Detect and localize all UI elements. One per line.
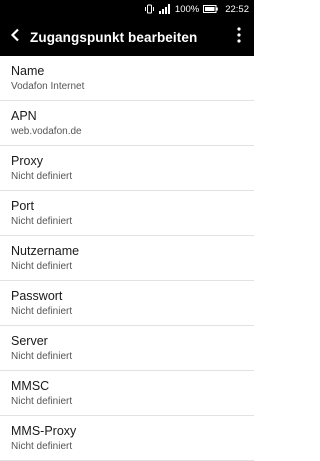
setting-label: Passwort	[11, 289, 63, 303]
setting-row-name[interactable]: Name Vodafon Internet	[0, 56, 254, 101]
overflow-menu-icon	[237, 26, 241, 48]
app-bar: Zugangspunkt bearbeiten	[0, 18, 254, 56]
settings-list: Name Vodafon Internet APN web.vodafon.de…	[0, 56, 254, 461]
setting-label: Server	[11, 334, 48, 348]
status-bar: 100% 22:52	[0, 0, 254, 18]
setting-value: web.vodafon.de	[11, 126, 82, 137]
setting-row-apn[interactable]: APN web.vodafon.de	[0, 101, 254, 146]
setting-row-password[interactable]: Passwort Nicht definiert	[0, 281, 254, 326]
setting-value: Nicht definiert	[11, 171, 73, 182]
setting-label: Proxy	[11, 154, 43, 168]
setting-value: Nicht definiert	[11, 261, 73, 272]
setting-row-port[interactable]: Port Nicht definiert	[0, 191, 254, 236]
battery-icon	[203, 5, 219, 13]
setting-value: Nicht definiert	[11, 396, 73, 407]
setting-row-server[interactable]: Server Nicht definiert	[0, 326, 254, 371]
setting-label: Nutzername	[11, 244, 80, 258]
setting-value: Nicht definiert	[11, 351, 73, 362]
signal-icon	[158, 4, 171, 14]
back-arrow-icon	[10, 28, 20, 47]
battery-percentage: 100%	[174, 3, 200, 15]
setting-label: Port	[11, 199, 34, 213]
setting-row-mmsc[interactable]: MMSC Nicht definiert	[0, 371, 254, 416]
overflow-menu-button[interactable]	[224, 18, 254, 56]
setting-value: Nicht definiert	[11, 216, 73, 227]
setting-row-proxy[interactable]: Proxy Nicht definiert	[0, 146, 254, 191]
setting-value: Nicht definiert	[11, 306, 73, 317]
back-button[interactable]	[0, 18, 30, 56]
setting-row-username[interactable]: Nutzername Nicht definiert	[0, 236, 254, 281]
setting-value: Nicht definiert	[11, 441, 73, 452]
setting-label: APN	[11, 109, 37, 123]
setting-label: MMS-Proxy	[11, 424, 77, 438]
clock: 22:52	[225, 3, 249, 15]
vibrate-icon	[144, 4, 155, 14]
page-title: Zugangspunkt bearbeiten	[30, 29, 198, 45]
setting-label: Name	[11, 64, 45, 78]
setting-row-mms-proxy[interactable]: MMS-Proxy Nicht definiert	[0, 416, 254, 461]
setting-label: MMSC	[11, 379, 50, 393]
setting-value: Vodafon Internet	[11, 81, 85, 92]
